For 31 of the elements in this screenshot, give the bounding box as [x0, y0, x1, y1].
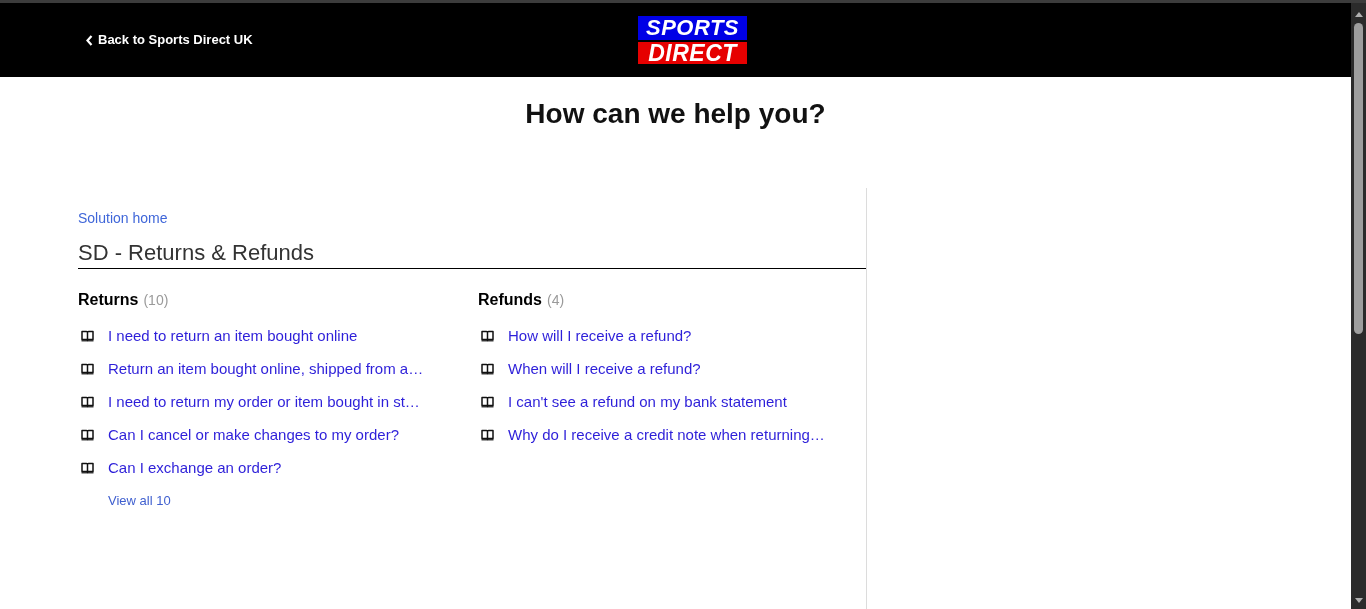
- article-link[interactable]: How will I receive a refund?: [508, 326, 692, 346]
- article-link[interactable]: I need to return my order or item bought in st…: [108, 392, 420, 412]
- article-link[interactable]: Why do I receive a credit note when returning…: [508, 425, 825, 445]
- book-icon: [81, 396, 94, 408]
- breadcrumb-link[interactable]: Solution home: [78, 209, 168, 227]
- scrollbar-thumb[interactable]: [1354, 23, 1363, 334]
- view-all-link[interactable]: View all 10: [108, 492, 171, 510]
- folder-title: SD - Returns & Refunds: [78, 240, 314, 266]
- back-link[interactable]: Back to Sports Direct UK: [86, 30, 254, 50]
- book-icon: [481, 330, 494, 342]
- book-icon: [481, 363, 494, 375]
- article-link[interactable]: Can I exchange an order?: [108, 458, 282, 478]
- article-link[interactable]: I need to return an item bought online: [108, 326, 358, 346]
- book-icon: [481, 429, 494, 441]
- page-title: How can we help you?: [525, 97, 826, 131]
- category-title: Refunds: [478, 290, 542, 310]
- book-icon: [81, 330, 94, 342]
- book-icon: [481, 396, 494, 408]
- chevron-left-icon: [86, 34, 93, 46]
- article-link[interactable]: Can I cancel or make changes to my order?: [108, 425, 399, 445]
- book-icon: [81, 363, 94, 375]
- article-count: (10): [143, 291, 169, 310]
- category-title: Returns: [78, 290, 139, 310]
- scroll-up-arrow-icon[interactable]: [1354, 12, 1363, 17]
- scroll-down-arrow-icon[interactable]: [1354, 598, 1363, 603]
- article-count: (4): [547, 291, 565, 310]
- book-icon: [81, 462, 94, 474]
- book-icon: [81, 429, 94, 441]
- article-link[interactable]: Return an item bought online, shipped from a…: [108, 359, 424, 379]
- article-link[interactable]: I can't see a refund on my bank statement: [508, 392, 787, 412]
- article-link[interactable]: When will I receive a refund?: [508, 359, 701, 379]
